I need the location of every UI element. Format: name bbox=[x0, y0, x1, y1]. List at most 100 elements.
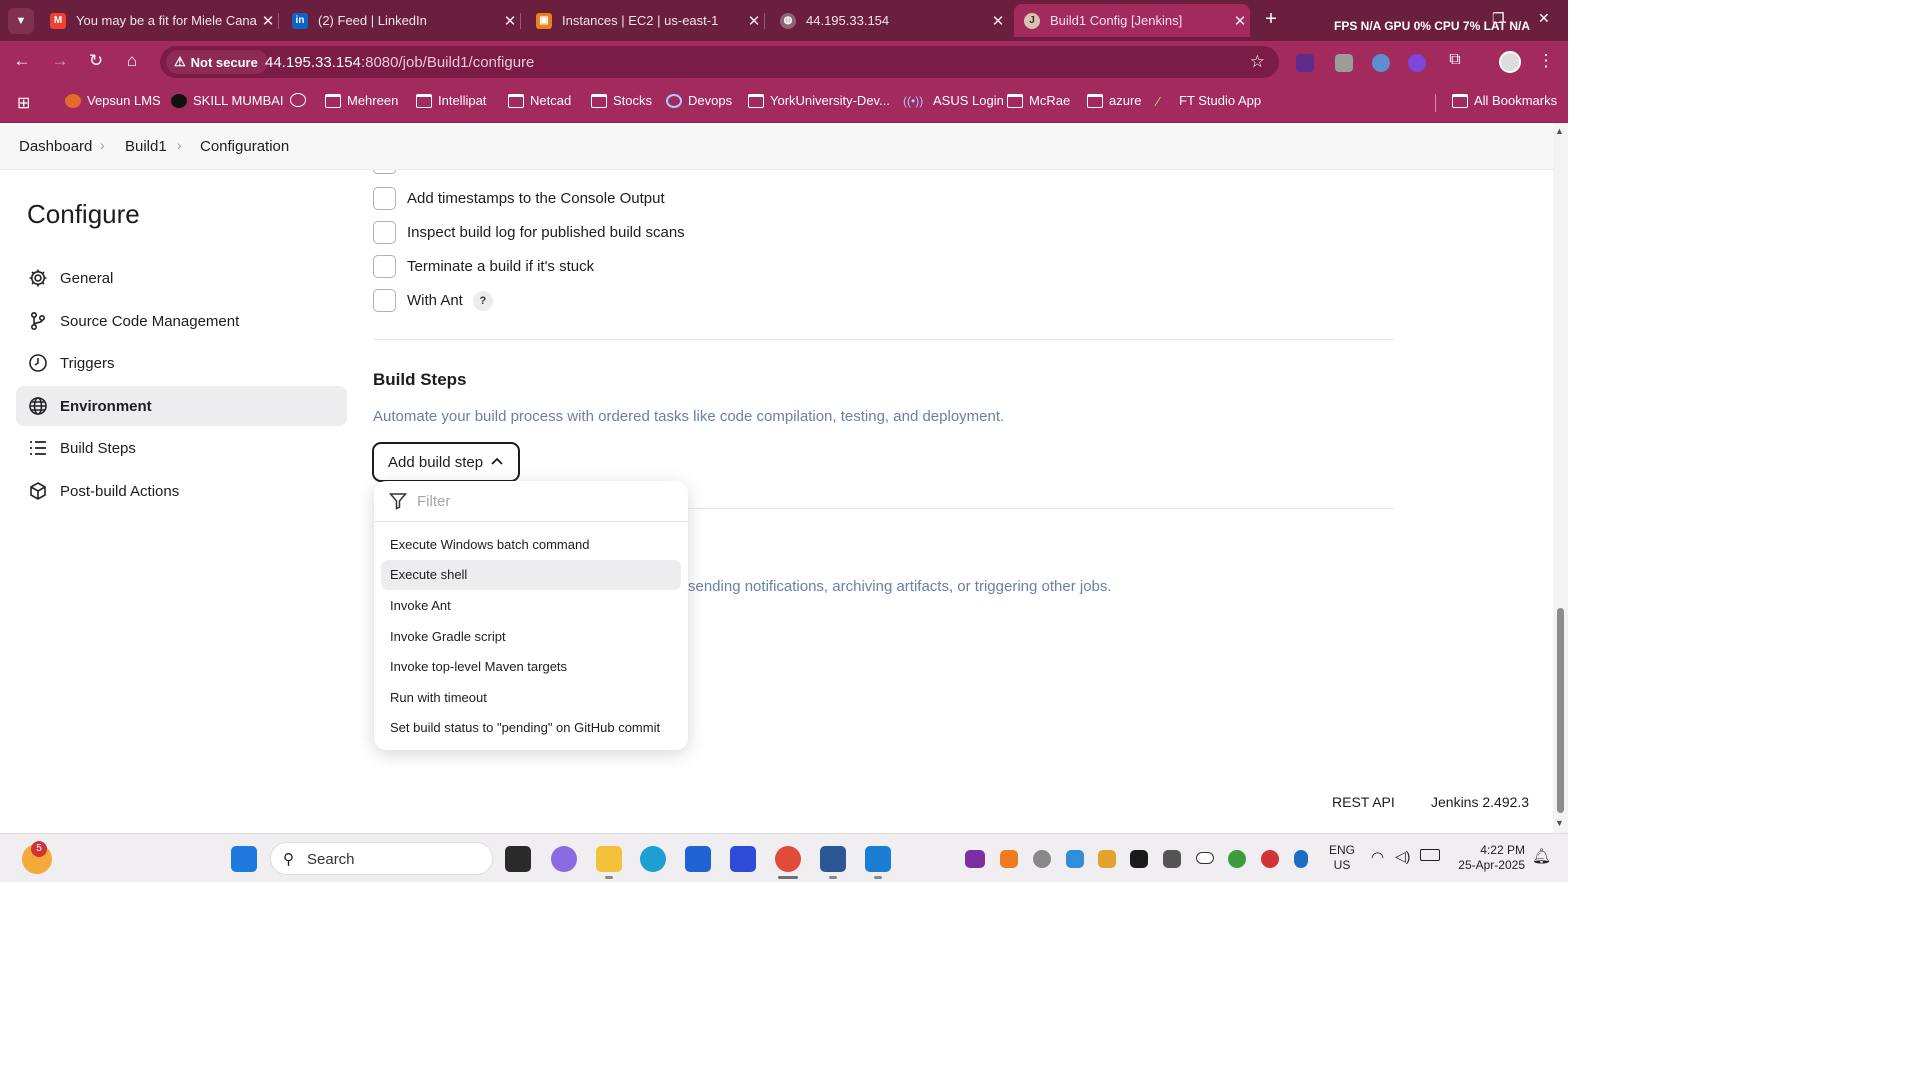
vscode-icon[interactable] bbox=[865, 846, 891, 872]
sidebar-item-build-steps[interactable]: Build Steps bbox=[16, 428, 347, 468]
checkbox[interactable] bbox=[373, 255, 396, 278]
close-icon[interactable]: ✕ bbox=[1230, 12, 1250, 30]
tray-app-icon[interactable] bbox=[1033, 850, 1051, 868]
tray-app-icon[interactable] bbox=[1228, 850, 1246, 868]
store-icon[interactable] bbox=[685, 846, 711, 872]
bookmark-star-icon[interactable]: ☆ bbox=[1250, 52, 1265, 72]
onenote-icon[interactable] bbox=[965, 850, 985, 868]
app-icon[interactable] bbox=[730, 846, 756, 872]
bookmark-intellipat[interactable]: Intellipat bbox=[416, 93, 486, 108]
bluetooth-icon[interactable] bbox=[1294, 850, 1308, 868]
volume-icon[interactable]: ◁) bbox=[1395, 848, 1410, 865]
option-terminate-stuck[interactable]: Terminate a build if it's stuck bbox=[373, 255, 594, 278]
breadcrumb-dashboard[interactable]: Dashboard bbox=[19, 138, 92, 155]
menu-item-run-timeout[interactable]: Run with timeout bbox=[381, 683, 681, 713]
close-icon[interactable]: ✕ bbox=[500, 12, 520, 30]
back-icon[interactable]: ← bbox=[11, 51, 33, 71]
security-chip[interactable]: ⚠ Not secure bbox=[166, 50, 268, 74]
jenkins-version-link[interactable]: Jenkins 2.492.3 bbox=[1431, 794, 1529, 810]
tab-linkedin[interactable]: in (2) Feed | LinkedIn ✕ bbox=[282, 4, 521, 37]
option-inspect-build-log[interactable]: Inspect build log for published build sc… bbox=[373, 221, 685, 244]
url-text[interactable]: 44.195.33.154:8080/job/Build1/configure bbox=[265, 54, 534, 71]
taskbar-search[interactable]: ⚲ Search bbox=[270, 842, 493, 875]
breadcrumb-build1[interactable]: Build1 bbox=[125, 138, 167, 155]
clock[interactable]: 4:22 PM 25-Apr-2025 bbox=[1453, 843, 1525, 873]
page-scrollbar[interactable]: ▲ ▼ bbox=[1553, 123, 1568, 833]
address-bar[interactable]: ⚠ Not secure 44.195.33.154:8080/job/Buil… bbox=[160, 46, 1279, 78]
tray-app-icon[interactable] bbox=[1130, 850, 1148, 868]
bookmark-asus[interactable]: ((•)) ASUS Login bbox=[903, 93, 1004, 108]
tray-app-icon[interactable] bbox=[1066, 850, 1084, 868]
copilot-icon[interactable] bbox=[551, 846, 577, 872]
sidebar-item-post-build[interactable]: Post-build Actions bbox=[16, 471, 347, 511]
rest-api-link[interactable]: REST API bbox=[1332, 794, 1395, 810]
extension-icon[interactable] bbox=[1296, 54, 1314, 72]
menu-item-gradle[interactable]: Invoke Gradle script bbox=[381, 622, 681, 652]
edge-icon[interactable] bbox=[640, 846, 666, 872]
close-icon[interactable]: ✕ bbox=[744, 12, 764, 30]
wifi-icon[interactable]: ◠ bbox=[1371, 848, 1384, 866]
bookmark-devops[interactable]: Devops bbox=[666, 93, 732, 108]
checkbox[interactable] bbox=[373, 221, 396, 244]
task-view-icon[interactable] bbox=[505, 846, 531, 872]
extensions-puzzle-icon[interactable]: ⧉ bbox=[1444, 51, 1466, 69]
notification-bell-icon[interactable]: 🔔︎ bbox=[1532, 847, 1551, 865]
scroll-down-icon[interactable]: ▼ bbox=[1555, 818, 1564, 828]
tray-app-icon[interactable] bbox=[1000, 850, 1018, 868]
menu-item-windows-batch[interactable]: Execute Windows batch command bbox=[381, 530, 681, 560]
menu-item-execute-shell[interactable]: Execute shell bbox=[381, 560, 681, 590]
file-explorer-icon[interactable] bbox=[596, 846, 622, 872]
bookmark-globe[interactable] bbox=[290, 93, 312, 107]
bookmark-skill-mumbai[interactable]: SKILL MUMBAI bbox=[171, 93, 284, 108]
breadcrumb-configuration[interactable]: Configuration bbox=[200, 138, 289, 155]
restore-window-icon[interactable]: ❐ bbox=[1492, 10, 1505, 27]
tab-search-button[interactable]: ▼ bbox=[8, 8, 34, 34]
sidebar-item-triggers[interactable]: Triggers bbox=[16, 343, 347, 383]
extension-icon[interactable] bbox=[1408, 54, 1426, 72]
bookmark-netcad[interactable]: Netcad bbox=[508, 93, 571, 108]
option-timestamps[interactable]: Add timestamps to the Console Output bbox=[373, 187, 665, 210]
scrollbar-thumb[interactable] bbox=[1557, 608, 1564, 813]
bookmark-azure[interactable]: azure bbox=[1087, 93, 1142, 108]
tab-jenkins[interactable]: J Build1 Config [Jenkins] ✕ bbox=[1014, 4, 1250, 37]
extension-icon[interactable] bbox=[1335, 54, 1353, 72]
close-window-icon[interactable]: ✕ bbox=[1538, 10, 1550, 27]
word-icon[interactable] bbox=[820, 846, 846, 872]
sidebar-item-scm[interactable]: Source Code Management bbox=[16, 301, 347, 341]
close-icon[interactable]: ✕ bbox=[988, 12, 1008, 30]
menu-item-maven[interactable]: Invoke top-level Maven targets bbox=[381, 652, 681, 682]
scroll-up-icon[interactable]: ▲ bbox=[1555, 126, 1564, 136]
bookmark-mehreen[interactable]: Mehreen bbox=[325, 93, 398, 108]
onedrive-icon[interactable] bbox=[1196, 852, 1214, 864]
tray-app-icon[interactable] bbox=[1163, 850, 1181, 868]
profile-avatar[interactable] bbox=[1499, 51, 1521, 73]
home-icon[interactable]: ⌂ bbox=[121, 51, 143, 71]
checkbox-partial[interactable] bbox=[373, 170, 396, 174]
bookmark-mcrae[interactable]: McRae bbox=[1007, 93, 1070, 108]
bookmark-ft-studio[interactable]: ⁄ FT Studio App bbox=[1157, 93, 1261, 109]
tray-app-icon[interactable] bbox=[1098, 850, 1116, 868]
reload-icon[interactable]: ↻ bbox=[85, 51, 107, 71]
extension-icon[interactable] bbox=[1372, 54, 1390, 72]
apps-grid-icon[interactable]: ⊞ bbox=[17, 93, 30, 113]
tab-ec2[interactable]: ▣ Instances | EC2 | us-east-1 ✕ bbox=[526, 4, 765, 37]
language-indicator[interactable]: ENG US bbox=[1329, 843, 1355, 873]
chrome-icon[interactable] bbox=[775, 846, 801, 872]
menu-item-invoke-ant[interactable]: Invoke Ant bbox=[381, 591, 681, 621]
menu-kebab-icon[interactable]: ⋮ bbox=[1535, 51, 1557, 71]
menu-item-github-pending[interactable]: Set build status to "pending" on GitHub … bbox=[381, 713, 681, 743]
close-icon[interactable]: ✕ bbox=[258, 12, 278, 30]
sidebar-item-general[interactable]: General bbox=[16, 258, 347, 298]
bookmark-stocks[interactable]: Stocks bbox=[591, 93, 652, 108]
forward-icon[interactable]: → bbox=[49, 51, 71, 71]
bookmark-vepsun[interactable]: Vepsun LMS bbox=[65, 93, 161, 108]
battery-icon[interactable] bbox=[1420, 849, 1440, 861]
help-icon[interactable]: ? bbox=[472, 290, 493, 311]
checkbox[interactable] bbox=[373, 289, 396, 312]
windows-start-icon[interactable] bbox=[231, 846, 257, 872]
security-icon[interactable] bbox=[1261, 850, 1279, 868]
filter-field[interactable]: Filter bbox=[374, 481, 688, 522]
add-build-step-button[interactable]: Add build step bbox=[372, 442, 520, 482]
all-bookmarks[interactable]: All Bookmarks bbox=[1452, 93, 1557, 108]
tab-gmail[interactable]: M You may be a fit for Miele Cana ✕ bbox=[40, 4, 279, 37]
